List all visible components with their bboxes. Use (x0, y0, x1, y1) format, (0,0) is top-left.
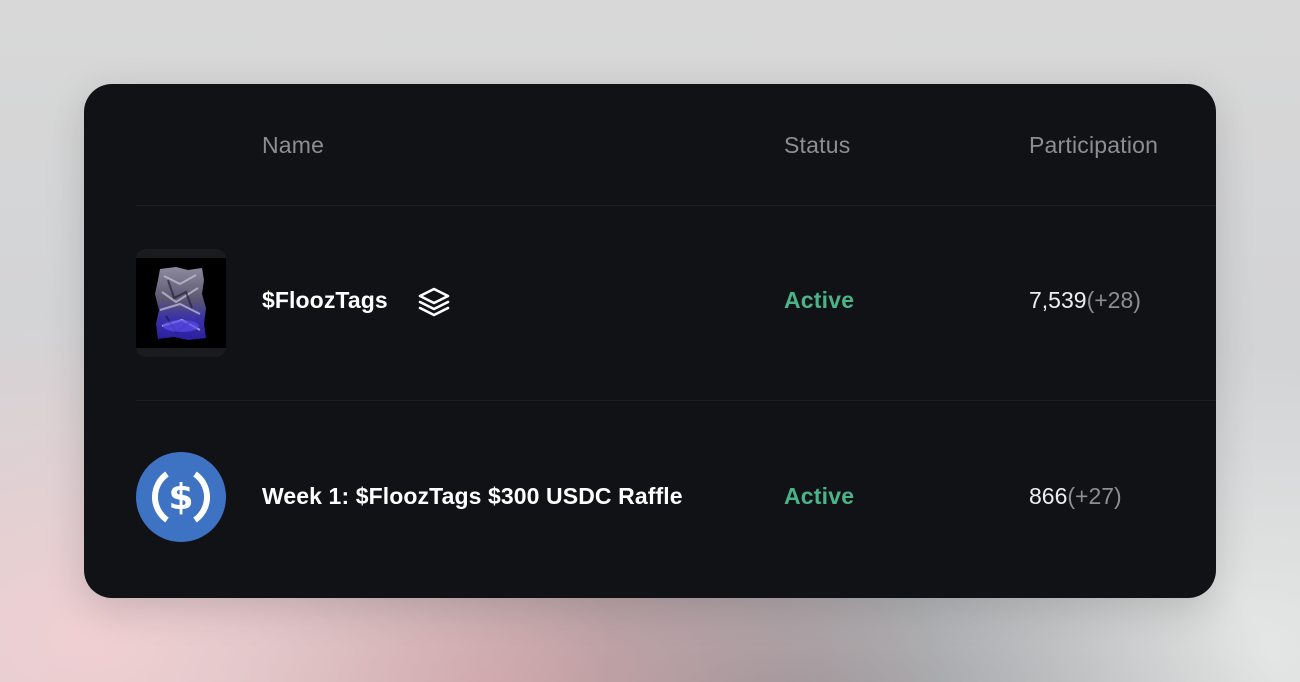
crumpled-bag-image (155, 267, 206, 340)
campaigns-table-card: Name Status Participation $FloozTags Act… (84, 84, 1216, 598)
participation-delta: (+27) (1067, 483, 1122, 509)
campaign-name[interactable]: Week 1: $FloozTags $300 USDC Raffle (262, 483, 683, 510)
participation-count: 7,539 (1029, 287, 1087, 313)
participation-delta: (+28) (1086, 287, 1141, 313)
status-badge: Active (784, 483, 855, 509)
participation-cell: 866(+27) (1029, 483, 1122, 510)
column-header-participation[interactable]: Participation (1029, 132, 1158, 159)
participation-count: 866 (1029, 483, 1068, 509)
campaign-name[interactable]: $FloozTags (262, 287, 388, 314)
table-header: Name Status Participation (84, 84, 1216, 206)
svg-text:$: $ (168, 477, 193, 518)
column-header-status[interactable]: Status (784, 132, 850, 159)
layers-stack-icon (417, 285, 451, 319)
flooztags-thumbnail (136, 249, 226, 357)
column-header-name[interactable]: Name (262, 132, 324, 159)
usdc-coin-icon: $ (136, 452, 226, 542)
status-badge: Active (784, 287, 855, 313)
table-row[interactable]: $FloozTags Active 7,539(+28) (84, 206, 1216, 400)
participation-cell: 7,539(+28) (1029, 287, 1141, 314)
table-row[interactable]: $ Week 1: $FloozTags $300 USDC Raffle Ac… (84, 401, 1216, 595)
